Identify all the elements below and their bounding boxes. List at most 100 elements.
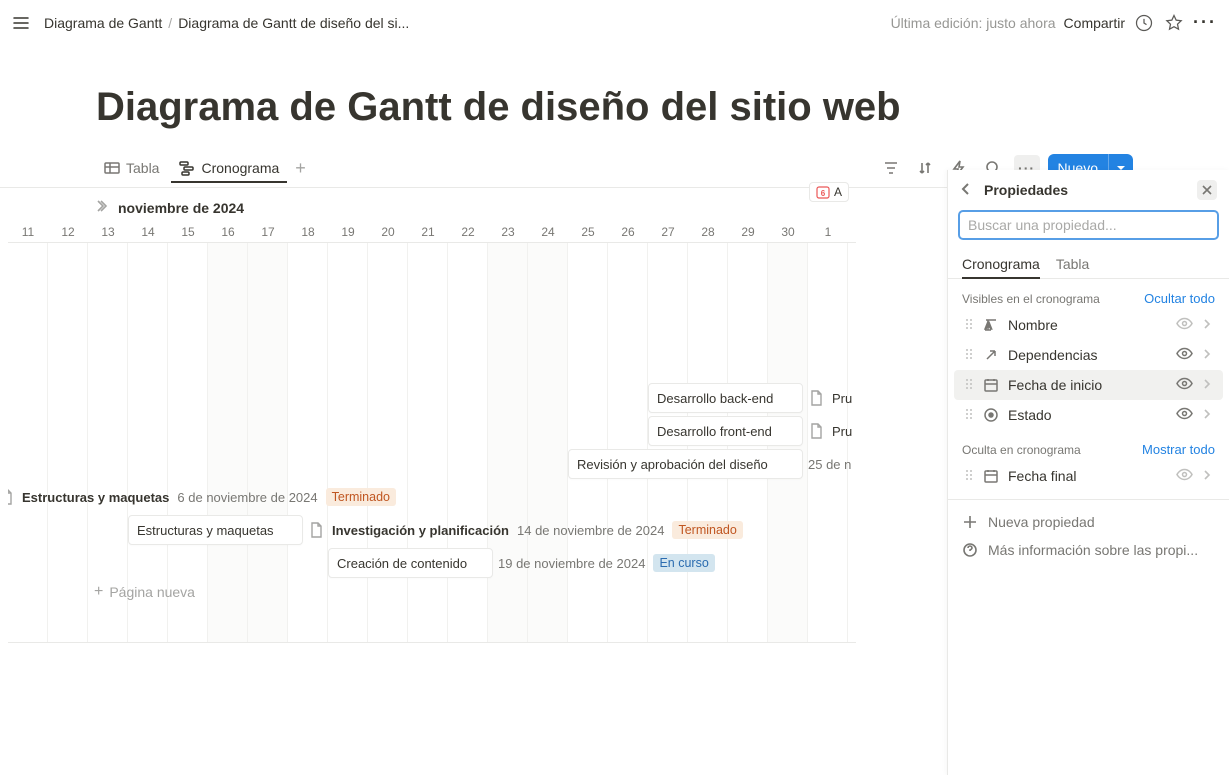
svg-text:6: 6 xyxy=(821,189,826,198)
day-13: 13 xyxy=(88,225,128,239)
calendar-icon: 6 xyxy=(816,185,830,199)
page-icon xyxy=(808,390,824,406)
show-all-button[interactable]: Mostrar todo xyxy=(1142,442,1215,457)
hidden-label: Oculta en cronograma xyxy=(962,443,1081,457)
bar-struct1-label: Estructuras y maquetas xyxy=(22,490,169,505)
menu-icon[interactable] xyxy=(12,14,30,32)
bar-frontend[interactable]: Desarrollo front-end xyxy=(648,416,803,446)
day-17: 17 xyxy=(248,225,288,239)
day-30: 30 xyxy=(768,225,808,239)
tab-table-label: Tabla xyxy=(126,160,159,176)
day-16: 16 xyxy=(208,225,248,239)
bar-content-tag: En curso xyxy=(653,554,714,572)
panel-title: Propiedades xyxy=(984,182,1068,198)
bar-review-trail: 25 de n xyxy=(808,449,851,479)
day-29: 29 xyxy=(728,225,768,239)
clock-icon[interactable] xyxy=(1133,12,1155,34)
page-icon xyxy=(308,522,324,538)
bar-struct1-date: 6 de noviembre de 2024 xyxy=(177,490,317,505)
day-15: 15 xyxy=(168,225,208,239)
more-info-label: Más información sobre las propi... xyxy=(988,542,1198,558)
today-button[interactable]: 6 A xyxy=(809,182,849,202)
day-28: 28 xyxy=(688,225,728,239)
tab-timeline-label: Cronograma xyxy=(201,160,279,176)
visibility-icon[interactable] xyxy=(1176,466,1193,486)
bar-research-date: 14 de noviembre de 2024 xyxy=(517,523,664,538)
prop-dependencies[interactable]: Dependencias xyxy=(954,340,1223,370)
day-11: 11 xyxy=(8,225,48,239)
prop-deps-label: Dependencias xyxy=(1008,347,1168,363)
breadcrumb-page[interactable]: Diagrama de Gantt de diseño del si... xyxy=(178,15,409,31)
day-25: 25 xyxy=(568,225,608,239)
drag-icon[interactable] xyxy=(964,347,974,364)
tab-timeline[interactable]: Cronograma xyxy=(171,154,287,182)
bar-review[interactable]: Revisión y aprobación del diseño xyxy=(568,449,803,479)
panel-tab-timeline[interactable]: Cronograma xyxy=(962,250,1040,278)
new-page-label: Página nueva xyxy=(109,584,195,600)
bar-research-trail[interactable]: Investigación y planificación 14 de novi… xyxy=(308,515,743,545)
status-icon xyxy=(982,407,1000,423)
star-icon[interactable] xyxy=(1163,12,1185,34)
prop-start-label: Fecha de inicio xyxy=(1008,377,1168,393)
add-view-button[interactable]: + xyxy=(291,155,310,181)
prop-start-date[interactable]: Fecha de inicio xyxy=(954,370,1223,400)
bar-content-trail: 19 de noviembre de 2024 En curso xyxy=(498,548,715,578)
sort-icon[interactable] xyxy=(912,155,938,181)
drag-icon[interactable] xyxy=(964,377,974,394)
new-property-label: Nueva propiedad xyxy=(988,514,1095,530)
visibility-icon[interactable] xyxy=(1176,345,1193,365)
prop-status[interactable]: Estado xyxy=(954,400,1223,430)
day-12: 12 xyxy=(48,225,88,239)
visibility-icon[interactable] xyxy=(1176,375,1193,395)
property-search-input[interactable] xyxy=(968,217,1209,233)
bar-backend[interactable]: Desarrollo back-end xyxy=(648,383,803,413)
calendar-icon xyxy=(982,377,1000,393)
prop-name-label: Nombre xyxy=(1008,317,1168,333)
hide-all-button[interactable]: Ocultar todo xyxy=(1144,291,1215,306)
bar-struct2[interactable]: Estructuras y maquetas xyxy=(128,515,303,545)
relation-icon xyxy=(982,347,1000,363)
share-button[interactable]: Compartir xyxy=(1064,15,1125,31)
drag-icon[interactable] xyxy=(964,407,974,424)
more-info-button[interactable]: Más información sobre las propi... xyxy=(948,536,1229,564)
more-icon[interactable]: ··· xyxy=(1193,12,1217,33)
property-search[interactable] xyxy=(958,210,1219,240)
panel-tab-table[interactable]: Tabla xyxy=(1056,250,1089,278)
month-label: noviembre de 2024 xyxy=(118,200,244,216)
prop-end-date[interactable]: Fecha final xyxy=(954,461,1223,491)
drag-icon[interactable] xyxy=(964,468,974,485)
chevron-right-icon xyxy=(1201,407,1213,423)
drag-icon[interactable] xyxy=(964,317,974,334)
panel-close-button[interactable] xyxy=(1197,180,1217,200)
svg-text:A: A xyxy=(985,321,992,332)
topbar: Diagrama de Gantt / Diagrama de Gantt de… xyxy=(0,0,1229,45)
visibility-icon[interactable] xyxy=(1176,315,1193,335)
day-20: 20 xyxy=(368,225,408,239)
bar-struct1-lead[interactable]: Estructuras y maquetas 6 de noviembre de… xyxy=(8,482,396,512)
breadcrumb-root[interactable]: Diagrama de Gantt xyxy=(44,15,162,31)
chevron-right-icon xyxy=(1201,468,1213,484)
new-property-button[interactable]: Nueva propiedad xyxy=(948,508,1229,536)
text-icon: A xyxy=(982,317,1000,333)
filter-icon[interactable] xyxy=(878,155,904,181)
bar-research-tag: Terminado xyxy=(672,521,742,539)
panel-back-button[interactable] xyxy=(958,181,974,200)
prop-name[interactable]: A Nombre xyxy=(954,310,1223,340)
page-title[interactable]: Diagrama de Gantt de diseño del sitio we… xyxy=(0,45,1229,130)
chevron-expand-icon[interactable] xyxy=(96,198,112,217)
day-26: 26 xyxy=(608,225,648,239)
bar-content[interactable]: Creación de contenido xyxy=(328,548,493,578)
bar-frontend-trail[interactable]: Pru xyxy=(808,416,852,446)
day-14: 14 xyxy=(128,225,168,239)
bar-backend-trail[interactable]: Pru xyxy=(808,383,852,413)
panel-header: Propiedades xyxy=(948,170,1229,210)
gantt-body[interactable]: Desarrollo back-end Pru Desarrollo front… xyxy=(8,243,856,643)
bar-research-label: Investigación y planificación xyxy=(332,523,509,538)
day-23: 23 xyxy=(488,225,528,239)
page-icon xyxy=(808,423,824,439)
tab-table[interactable]: Tabla xyxy=(96,154,167,182)
bar-review-date: 25 de n xyxy=(808,457,851,472)
visibility-icon[interactable] xyxy=(1176,405,1193,425)
breadcrumb-separator: / xyxy=(168,15,172,31)
new-page-button[interactable]: + Página nueva xyxy=(94,583,195,601)
